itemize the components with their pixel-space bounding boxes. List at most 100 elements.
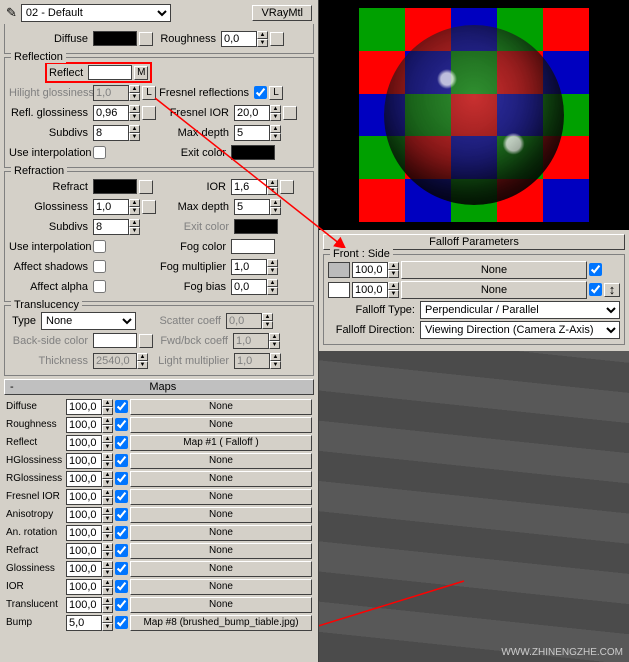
map-enable-check[interactable] <box>115 544 128 557</box>
map-slot-button[interactable]: None <box>130 597 312 613</box>
reflect-map-slot[interactable]: M <box>134 66 148 80</box>
trans-type-select[interactable]: None <box>41 312 136 330</box>
map-enable-check[interactable] <box>115 580 128 593</box>
back-side-map-slot[interactable] <box>139 334 153 348</box>
falloff-front-check[interactable] <box>589 263 602 276</box>
fresnel-ior-map-slot[interactable] <box>283 106 297 120</box>
map-slot-button[interactable]: None <box>130 453 312 469</box>
falloff-side-swatch[interactable] <box>328 282 350 298</box>
refr-ior-label: IOR <box>155 181 229 193</box>
light-mult-spinner[interactable]: ▲▼ <box>234 353 281 369</box>
map-enable-check[interactable] <box>115 454 128 467</box>
falloff-front-spinner[interactable]: ▲▼ <box>352 262 399 278</box>
refr-exit-color-swatch[interactable] <box>234 219 278 234</box>
refract-swatch[interactable] <box>93 179 137 194</box>
diffuse-map-slot[interactable] <box>139 32 153 46</box>
map-enable-check[interactable] <box>115 616 128 629</box>
material-type-button[interactable]: VRayMtl <box>252 5 312 21</box>
map-enable-check[interactable] <box>115 472 128 485</box>
map-row-label: Reflect <box>6 437 64 448</box>
scatter-spinner[interactable]: ▲▼ <box>226 313 273 329</box>
refr-maxdepth-spinner[interactable]: ▲▼ <box>234 199 281 215</box>
fresnel-ior-spinner[interactable]: ▲▼ <box>234 105 281 121</box>
map-enable-check[interactable] <box>115 598 128 611</box>
fresnel-refl-check[interactable] <box>254 86 267 99</box>
map-slot-button[interactable]: None <box>130 507 312 523</box>
map-slot-button[interactable]: Map #1 ( Falloff ) <box>130 435 312 451</box>
falloff-side-check[interactable] <box>589 283 602 296</box>
refract-map-slot[interactable] <box>139 180 153 194</box>
map-amount-spinner[interactable]: ▲▼ <box>66 489 113 505</box>
map-amount-spinner[interactable]: ▲▼ <box>66 507 113 523</box>
refl-exit-color-swatch[interactable] <box>231 145 275 160</box>
roughness-map-slot[interactable] <box>270 32 284 46</box>
refr-gloss-spinner[interactable]: ▲▼ <box>93 199 140 215</box>
refr-ior-spinner[interactable]: ▲▼ <box>231 179 278 195</box>
map-slot-button[interactable]: None <box>130 561 312 577</box>
map-amount-spinner[interactable]: ▲▼ <box>66 471 113 487</box>
fwd-spinner[interactable]: ▲▼ <box>233 333 280 349</box>
back-side-swatch[interactable] <box>93 333 137 348</box>
map-amount-spinner[interactable]: ▲▼ <box>66 597 113 613</box>
falloff-front-map-button[interactable]: None <box>401 261 587 279</box>
hilight-lock-button[interactable]: L <box>142 86 156 100</box>
map-amount-spinner[interactable]: ▲▼ <box>66 525 113 541</box>
refl-subdivs-spinner[interactable]: ▲▼ <box>93 125 140 141</box>
affect-alpha-label: Affect alpha <box>9 281 91 293</box>
falloff-side-map-button[interactable]: None <box>401 281 587 299</box>
falloff-front-swatch[interactable] <box>328 262 350 278</box>
refl-exit-color-label: Exit color <box>155 147 229 159</box>
map-amount-spinner[interactable]: ▲▼ <box>66 417 113 433</box>
falloff-side-spinner[interactable]: ▲▼ <box>352 282 399 298</box>
refl-maxdepth-spinner[interactable]: ▲▼ <box>234 125 281 141</box>
refl-gloss-map-slot[interactable] <box>142 106 156 120</box>
roughness-spinner[interactable]: ▲▼ <box>221 31 268 47</box>
map-amount-spinner[interactable]: ▲▼ <box>66 435 113 451</box>
map-enable-check[interactable] <box>115 436 128 449</box>
affect-alpha-check[interactable] <box>93 280 106 293</box>
map-enable-check[interactable] <box>115 562 128 575</box>
maps-rollout-header[interactable]: Maps <box>4 379 314 395</box>
map-slot-button[interactable]: None <box>130 417 312 433</box>
reflection-title: Reflection <box>11 51 66 63</box>
map-slot-button[interactable]: None <box>130 543 312 559</box>
map-enable-check[interactable] <box>115 508 128 521</box>
map-amount-spinner[interactable]: ▲▼ <box>66 561 113 577</box>
map-slot-button[interactable]: None <box>130 525 312 541</box>
refl-subdivs-label: Subdivs <box>9 127 91 139</box>
refr-interp-check[interactable] <box>93 240 106 253</box>
fog-color-swatch[interactable] <box>231 239 275 254</box>
refr-ior-map-slot[interactable] <box>280 180 294 194</box>
thick-spinner[interactable]: ▲▼ <box>93 353 148 369</box>
refl-interp-check[interactable] <box>93 146 106 159</box>
map-slot-button[interactable]: None <box>130 471 312 487</box>
refr-gloss-map-slot[interactable] <box>142 200 156 214</box>
map-slot-button[interactable]: Map #8 (brushed_bump_tiable.jpg) <box>130 615 312 631</box>
map-amount-spinner[interactable]: ▲▼ <box>66 453 113 469</box>
eyedropper-icon[interactable]: ✎ <box>6 5 17 21</box>
diffuse-swatch[interactable] <box>93 31 137 46</box>
falloff-swap-button[interactable]: ↕ <box>604 283 620 297</box>
falloff-type-select[interactable]: Perpendicular / Parallel <box>420 301 620 319</box>
map-amount-spinner[interactable]: ▲▼ <box>66 399 113 415</box>
map-enable-check[interactable] <box>115 490 128 503</box>
map-amount-spinner[interactable]: ▲▼ <box>66 579 113 595</box>
map-amount-spinner[interactable]: ▲▼ <box>66 543 113 559</box>
material-name-select[interactable]: 02 - Default <box>21 4 171 22</box>
hilight-gloss-spinner[interactable]: ▲▼ <box>93 85 140 101</box>
map-slot-button[interactable]: None <box>130 579 312 595</box>
fog-mult-spinner[interactable]: ▲▼ <box>231 259 278 275</box>
map-enable-check[interactable] <box>115 400 128 413</box>
reflect-swatch[interactable] <box>88 65 132 80</box>
map-slot-button[interactable]: None <box>130 399 312 415</box>
refl-gloss-spinner[interactable]: ▲▼ <box>93 105 140 121</box>
map-enable-check[interactable] <box>115 418 128 431</box>
falloff-dir-select[interactable]: Viewing Direction (Camera Z-Axis) <box>420 321 620 339</box>
map-enable-check[interactable] <box>115 526 128 539</box>
fresnel-lock-button[interactable]: L <box>269 86 283 100</box>
fog-bias-spinner[interactable]: ▲▼ <box>231 279 278 295</box>
map-slot-button[interactable]: None <box>130 489 312 505</box>
refr-subdivs-spinner[interactable]: ▲▼ <box>93 219 140 235</box>
map-amount-spinner[interactable]: ▲▼ <box>66 615 113 631</box>
affect-shadows-check[interactable] <box>93 260 106 273</box>
